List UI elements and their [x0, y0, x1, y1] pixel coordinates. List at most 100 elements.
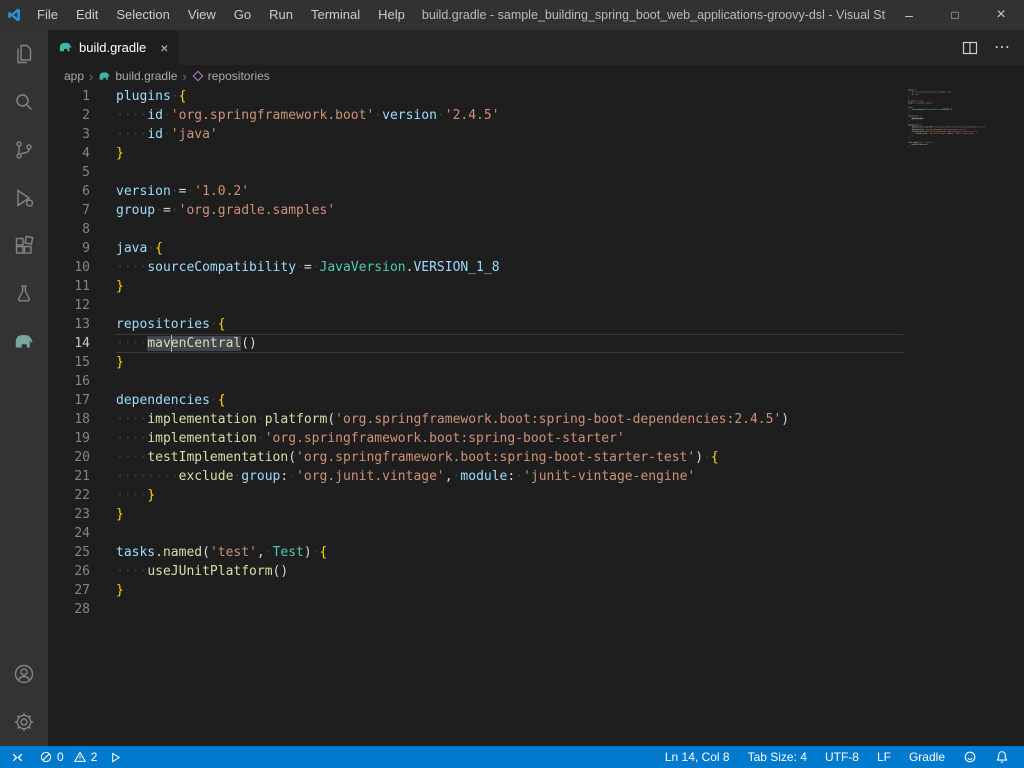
- line-number[interactable]: 16: [48, 372, 116, 391]
- line-number[interactable]: 26: [48, 562, 116, 581]
- menu-view[interactable]: View: [179, 0, 225, 30]
- code-line[interactable]: [116, 524, 903, 543]
- line-number[interactable]: 8: [48, 220, 116, 239]
- line-number[interactable]: 28: [48, 600, 116, 619]
- line-number[interactable]: 24: [48, 524, 116, 543]
- line-number[interactable]: 14: [48, 334, 116, 353]
- code-line[interactable]: java·{: [116, 239, 903, 258]
- minimap-line: [908, 148, 1010, 150]
- line-number[interactable]: 13: [48, 315, 116, 334]
- menu-edit[interactable]: Edit: [67, 0, 107, 30]
- run-and-debug-icon[interactable]: [0, 174, 48, 222]
- feedback-icon[interactable]: [956, 746, 984, 768]
- line-number[interactable]: 7: [48, 201, 116, 220]
- menu-run[interactable]: Run: [260, 0, 302, 30]
- breadcrumb-symbol[interactable]: repositories: [192, 69, 270, 83]
- notifications-bell-icon[interactable]: [988, 746, 1016, 768]
- code-line[interactable]: version·=·'1.0.2': [116, 182, 903, 201]
- breadcrumb-app[interactable]: app: [64, 69, 84, 83]
- language-mode-status[interactable]: Gradle: [902, 746, 952, 768]
- menu-selection[interactable]: Selection: [107, 0, 178, 30]
- code-token: (: [288, 450, 296, 465]
- line-number[interactable]: 11: [48, 277, 116, 296]
- code-line[interactable]: ····implementation·platform('org.springf…: [116, 410, 903, 429]
- search-icon[interactable]: [0, 78, 48, 126]
- accounts-icon[interactable]: [0, 650, 48, 698]
- cursor-position-status[interactable]: Ln 14, Col 8: [658, 746, 737, 768]
- problems-indicator[interactable]: 0 2: [33, 746, 103, 768]
- code-line[interactable]: ····sourceCompatibility·=·JavaVersion.VE…: [116, 258, 903, 277]
- settings-gear-icon[interactable]: [0, 698, 48, 746]
- encoding-status[interactable]: UTF-8: [818, 746, 866, 768]
- line-number[interactable]: 2: [48, 106, 116, 125]
- code-line[interactable]: group·=·'org.gradle.samples': [116, 201, 903, 220]
- menu-file[interactable]: File: [28, 0, 67, 30]
- tab-build-gradle[interactable]: build.gradle ×: [48, 30, 178, 65]
- code-line[interactable]: ········exclude·group:·'org.junit.vintag…: [116, 467, 903, 486]
- code-token: ,: [445, 469, 453, 484]
- line-number[interactable]: 21: [48, 467, 116, 486]
- line-number[interactable]: 19: [48, 429, 116, 448]
- tab-close-icon[interactable]: ×: [160, 40, 168, 56]
- code-line[interactable]: [116, 600, 903, 619]
- line-number[interactable]: 20: [48, 448, 116, 467]
- code-line[interactable]: [116, 296, 903, 315]
- code-line[interactable]: [116, 372, 903, 391]
- more-actions-icon[interactable]: ⋯: [994, 40, 1010, 56]
- line-number[interactable]: 23: [48, 505, 116, 524]
- code-line[interactable]: ····id·'org.springframework.boot'·versio…: [116, 106, 903, 125]
- line-number[interactable]: 22: [48, 486, 116, 505]
- code-line[interactable]: [116, 220, 903, 239]
- code-line[interactable]: }: [116, 144, 903, 163]
- split-editor-icon[interactable]: [962, 40, 978, 56]
- code-line[interactable]: }: [116, 353, 903, 372]
- code-line[interactable]: ····}: [116, 486, 903, 505]
- code-line[interactable]: ····implementation·'org.springframework.…: [116, 429, 903, 448]
- remote-indicator[interactable]: [0, 746, 33, 768]
- line-number[interactable]: 10: [48, 258, 116, 277]
- extensions-icon[interactable]: [0, 222, 48, 270]
- line-number[interactable]: 4: [48, 144, 116, 163]
- line-number[interactable]: 9: [48, 239, 116, 258]
- line-number[interactable]: 17: [48, 391, 116, 410]
- menu-go[interactable]: Go: [225, 0, 260, 30]
- minimize-button[interactable]: –: [886, 0, 932, 30]
- testing-icon[interactable]: [0, 270, 48, 318]
- line-number[interactable]: 27: [48, 581, 116, 600]
- eol-status[interactable]: LF: [870, 746, 898, 768]
- code-line[interactable]: repositories·{: [116, 315, 903, 334]
- vertical-scrollbar[interactable]: [1010, 87, 1024, 746]
- code-line[interactable]: ····useJUnitPlatform(): [116, 562, 903, 581]
- code-line[interactable]: }: [116, 505, 903, 524]
- line-number[interactable]: 18: [48, 410, 116, 429]
- line-number[interactable]: 3: [48, 125, 116, 144]
- code-line[interactable]: dependencies·{: [116, 391, 903, 410]
- tab-size-status[interactable]: Tab Size: 4: [741, 746, 814, 768]
- explorer-icon[interactable]: [0, 30, 48, 78]
- maximize-button[interactable]: □: [932, 0, 978, 30]
- code-line[interactable]: }: [116, 277, 903, 296]
- line-number[interactable]: 15: [48, 353, 116, 372]
- breadcrumb-file[interactable]: build.gradle: [98, 69, 177, 83]
- line-number[interactable]: 25: [48, 543, 116, 562]
- line-number[interactable]: 5: [48, 163, 116, 182]
- code-line[interactable]: ····testImplementation('org.springframew…: [116, 448, 903, 467]
- code-line[interactable]: ····id·'java': [116, 125, 903, 144]
- code-line[interactable]: plugins·{: [116, 87, 903, 106]
- menu-help[interactable]: Help: [369, 0, 414, 30]
- line-number[interactable]: 6: [48, 182, 116, 201]
- code-content[interactable]: plugins·{····id·'org.springframework.boo…: [116, 87, 903, 746]
- line-number[interactable]: 1: [48, 87, 116, 106]
- code-token: .: [155, 545, 163, 560]
- code-line[interactable]: }: [116, 581, 903, 600]
- source-control-icon[interactable]: [0, 126, 48, 174]
- line-number[interactable]: 12: [48, 296, 116, 315]
- minimap[interactable]: plugins·{····id·'org.springframework.boo…: [903, 87, 1010, 746]
- run-task-icon[interactable]: [103, 746, 128, 768]
- code-line[interactable]: [116, 163, 903, 182]
- close-window-button[interactable]: ×: [978, 0, 1024, 30]
- gradle-icon[interactable]: [0, 318, 48, 366]
- code-line[interactable]: ····mavenCentral(): [116, 334, 903, 353]
- menu-terminal[interactable]: Terminal: [302, 0, 369, 30]
- code-line[interactable]: tasks.named('test',·Test)·{: [116, 543, 903, 562]
